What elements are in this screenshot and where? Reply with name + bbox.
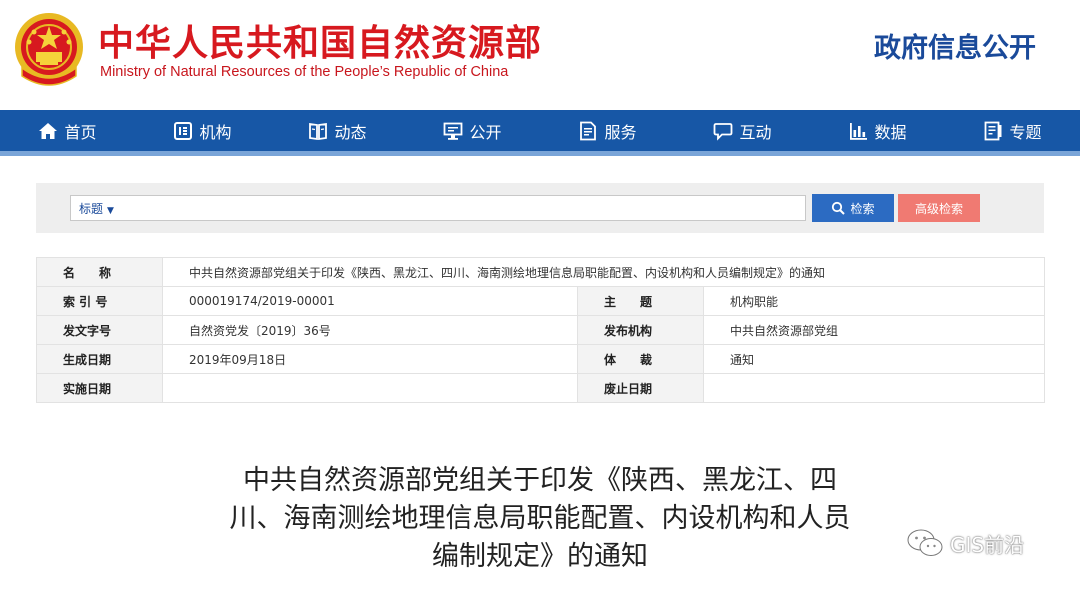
name-label: 名 称 [36, 257, 163, 287]
watermark: GIS前沿 [906, 528, 1024, 558]
org-icon [174, 121, 193, 140]
search-button[interactable]: 检索 [812, 194, 894, 222]
subject-label: 主 题 [577, 286, 704, 316]
nav-label: 专题 [1009, 122, 1042, 142]
national-emblem-icon [12, 10, 86, 88]
search-icon [832, 201, 846, 215]
document-title-line: 中共自然资源部党组关于印发《陕西、黑龙江、四 [243, 465, 837, 496]
expiry-label: 废止日期 [577, 373, 704, 403]
search-box: 标题 ▼ [70, 195, 806, 221]
genre-value: 通知 [703, 344, 1045, 374]
nav-label: 互动 [739, 122, 772, 142]
table-row: 索 引 号 000019174/2019-00001 主 题 机构职能 [36, 286, 1045, 316]
wechat-icon [907, 529, 943, 556]
date-label: 生成日期 [36, 344, 163, 374]
nav-label: 服务 [604, 122, 637, 142]
document-title: 中共自然资源部党组关于印发《陕西、黑龙江、四 川、海南测绘地理信息局职能配置、内… [180, 462, 900, 576]
issuer-label: 发布机构 [577, 315, 704, 345]
topic-icon [985, 121, 1002, 140]
search-scope-label: 标题 [79, 202, 104, 216]
issuer-value: 中共自然资源部党组 [703, 315, 1045, 345]
site-title-en: Ministry of Natural Resources of the Peo… [100, 64, 509, 80]
subject-value: 机构职能 [703, 286, 1045, 316]
document-title-line: 编制规定》的通知 [432, 541, 648, 572]
effective-label: 实施日期 [36, 373, 163, 403]
nav-item-service[interactable]: 服务 [540, 110, 675, 151]
nav-item-data[interactable]: 数据 [810, 110, 945, 151]
nav-label: 数据 [874, 122, 907, 142]
book-icon [309, 122, 328, 140]
effective-value [162, 373, 578, 403]
index-label: 索 引 号 [36, 286, 163, 316]
table-row: 实施日期 废止日期 [36, 373, 1045, 403]
table-row: 发文字号 自然资党发〔2019〕36号 发布机构 中共自然资源部党组 [36, 315, 1045, 345]
advanced-search-button[interactable]: 高级检索 [898, 194, 980, 222]
home-icon [39, 122, 58, 139]
chart-icon [850, 122, 868, 140]
nav-label: 动态 [334, 122, 367, 142]
search-button-label: 检索 [850, 201, 875, 216]
nav-item-topic[interactable]: 专题 [945, 110, 1080, 151]
caret-down-icon: ▼ [107, 206, 114, 216]
chat-icon [714, 122, 733, 141]
nav-item-org[interactable]: 机构 [135, 110, 270, 151]
nav-label: 公开 [469, 122, 502, 142]
watermark-text: GIS前沿 [950, 532, 1025, 557]
table-row: 生成日期 2019年09月18日 体 裁 通知 [36, 344, 1045, 374]
site-title-cn: 中华人民共和国自然资源部 [98, 23, 543, 64]
document-icon [580, 121, 597, 140]
monitor-icon [444, 122, 463, 140]
name-value: 中共自然资源部党组关于印发《陕西、黑龙江、四川、海南测绘地理信息局职能配置、内设… [162, 257, 1045, 287]
index-value: 000019174/2019-00001 [162, 286, 578, 316]
gov-info-open-title[interactable]: 政府信息公开 [874, 26, 1036, 65]
nav-item-interact[interactable]: 互动 [675, 110, 810, 151]
search-input[interactable] [131, 197, 791, 219]
document-info-table: 名 称 中共自然资源部党组关于印发《陕西、黑龙江、四川、海南测绘地理信息局职能配… [36, 257, 1045, 403]
search-bar: 标题 ▼ 检索 高级检索 [36, 183, 1044, 233]
table-row: 名 称 中共自然资源部党组关于印发《陕西、黑龙江、四川、海南测绘地理信息局职能配… [36, 257, 1045, 287]
nav-label: 首页 [64, 122, 97, 142]
nav-item-home[interactable]: 首页 [0, 110, 135, 151]
main-nav: 首页 机构 动态 公开 服务 互动 数据 专题 [0, 110, 1080, 156]
nav-item-news[interactable]: 动态 [270, 110, 405, 151]
search-scope-dropdown[interactable]: 标题 ▼ [79, 200, 114, 217]
genre-label: 体 裁 [577, 344, 704, 374]
document-title-line: 川、海南测绘地理信息局职能配置、内设机构和人员 [229, 503, 851, 534]
nav-label: 机构 [199, 122, 232, 142]
expiry-value [703, 373, 1045, 403]
site-header: 中华人民共和国自然资源部 Ministry of Natural Resourc… [0, 0, 1080, 110]
docno-value: 自然资党发〔2019〕36号 [162, 315, 578, 345]
docno-label: 发文字号 [36, 315, 163, 345]
nav-item-public[interactable]: 公开 [405, 110, 540, 151]
date-value: 2019年09月18日 [162, 344, 578, 374]
